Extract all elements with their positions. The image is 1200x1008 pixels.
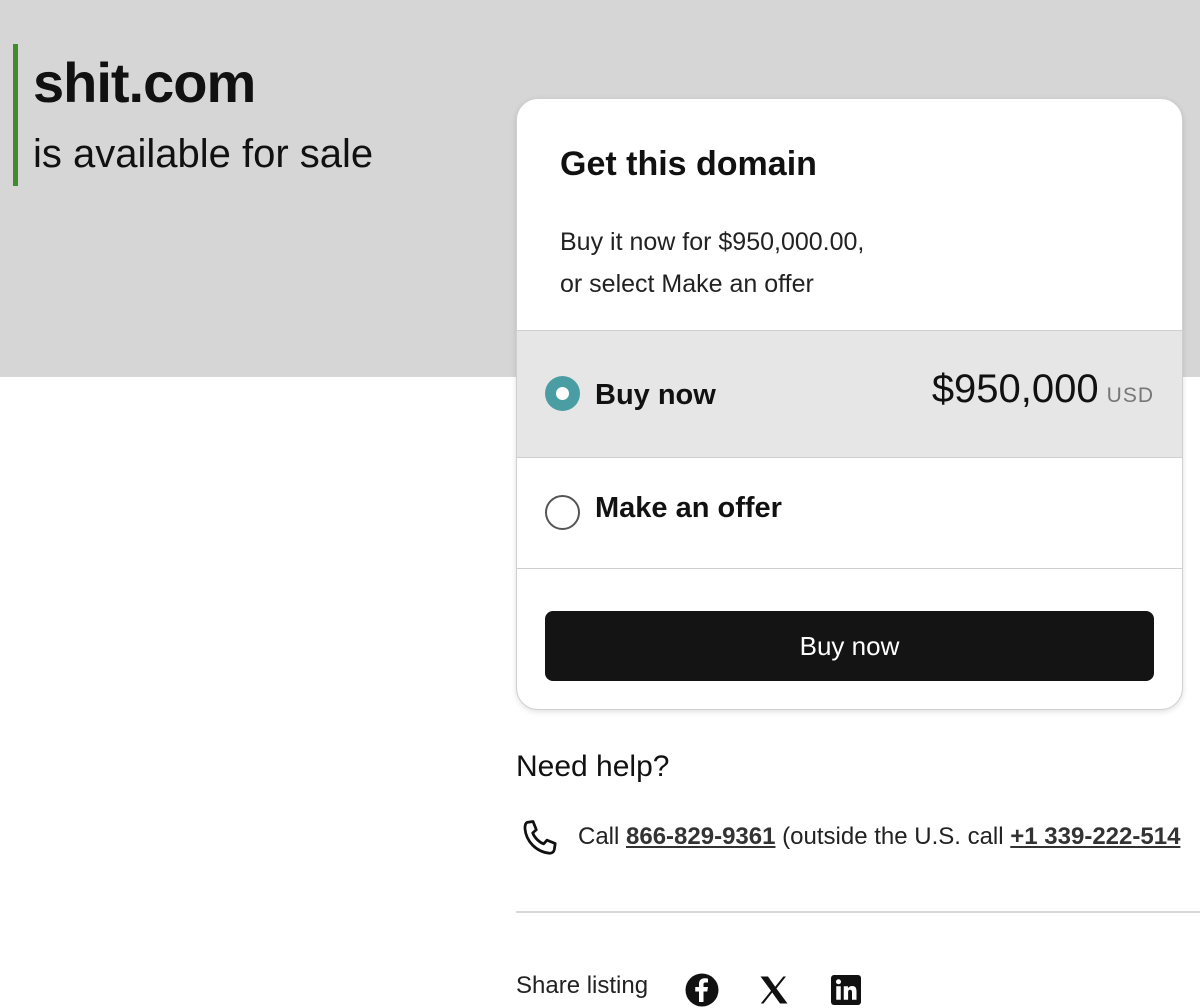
availability-subtitle: is available for sale [33,132,374,176]
section-divider [516,911,1200,913]
option-make-offer[interactable]: Make an offer [517,457,1182,569]
option-buy-now[interactable]: Buy now $950,000 USD [517,330,1182,458]
card-title: Get this domain [560,145,817,183]
option-buy-now-label: Buy now [595,379,716,411]
option-make-offer-label: Make an offer [595,492,782,524]
linkedin-icon[interactable] [828,972,864,1008]
radio-make-offer[interactable] [545,495,580,530]
buy-now-button[interactable]: Buy now [545,611,1154,681]
options-divider [517,568,1182,569]
phone-link[interactable]: 866-829-9361 [626,823,775,850]
intl-phone-link[interactable]: +1 339-222-514 [1010,823,1180,850]
call-prefix: Call [578,823,620,850]
purchase-card: Get this domain Buy it now for $950,000.… [516,98,1183,710]
x-icon[interactable] [756,972,792,1008]
card-description: Buy it now for $950,000.00, or select Ma… [560,221,1120,305]
price-display: $950,000 USD [932,367,1154,412]
card-description-line-2: or select Make an offer [560,270,814,298]
phone-icon [523,820,557,855]
radio-buy-now[interactable] [545,376,580,411]
domain-name: shit.com [33,51,256,114]
price-amount: $950,000 [931,367,1099,411]
call-instructions: Call 866-829-9361 (outside the U.S. call… [578,823,1180,851]
help-heading: Need help? [516,750,670,783]
outside-us-text: (outside the U.S. call [782,823,1004,850]
share-label: Share listing [516,972,649,999]
price-currency: USD [1106,384,1154,407]
card-description-line-1: Buy it now for $950,000.00, [560,228,865,256]
hero-accent-bar [13,44,18,186]
facebook-icon[interactable] [684,972,720,1008]
